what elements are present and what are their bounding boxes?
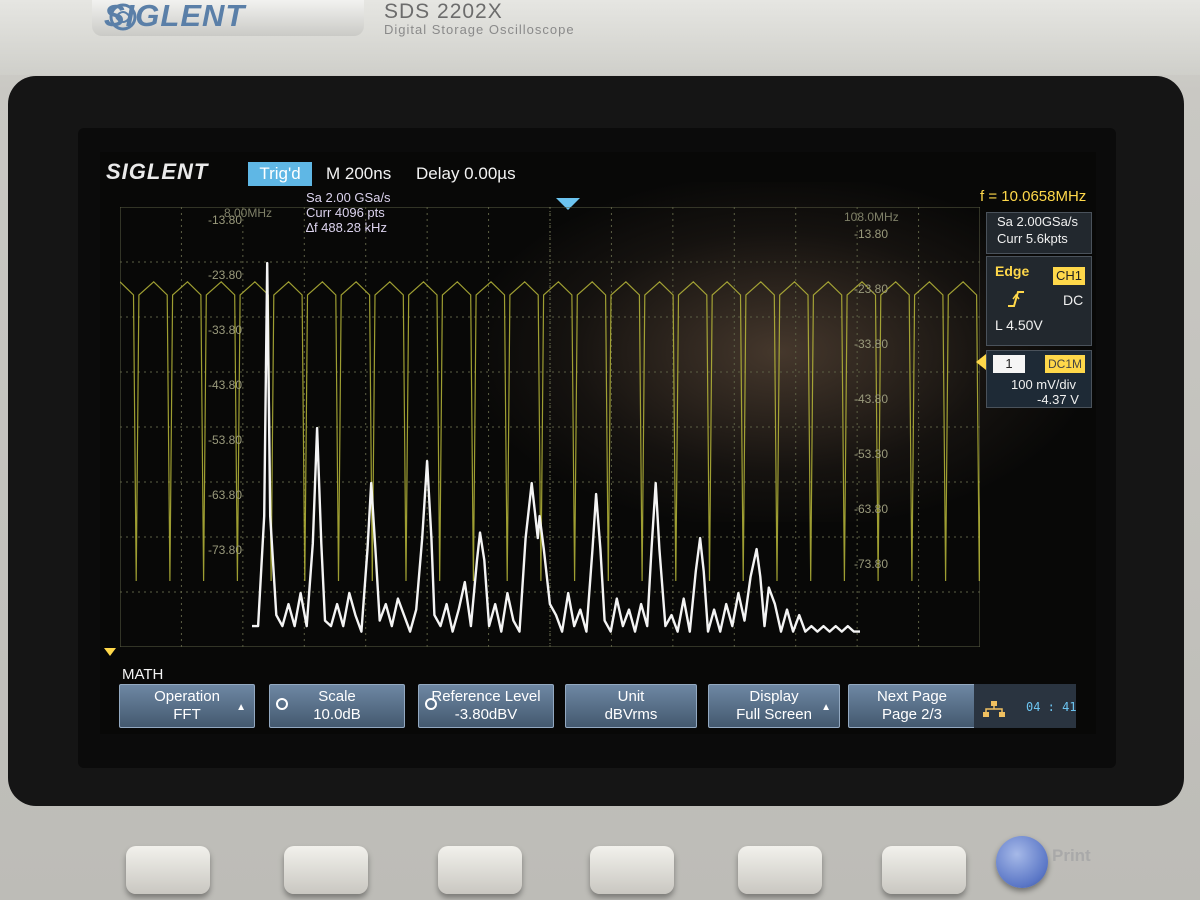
fft-trace	[252, 261, 860, 633]
softkey-button-6[interactable]	[882, 846, 966, 894]
axis-label-left: -63.80	[208, 488, 242, 502]
axis-label-right: -13.80	[854, 227, 888, 241]
softkey-display-value: Full Screen	[736, 706, 812, 723]
reference-level-marker	[104, 648, 116, 656]
oscilloscope-device: SIGLENT SDS 2202X Digital Storage Oscill…	[0, 0, 1200, 900]
ch1-offset-marker[interactable]	[976, 354, 986, 370]
softkey-unit-title: Unit	[617, 688, 645, 705]
brand-logo: SIGLENT	[104, 0, 246, 33]
axis-label-left: -23.80	[208, 268, 242, 282]
softkey-scale-value: 10.0dB	[313, 706, 361, 723]
softkey-next-page-title: Next Page	[876, 688, 948, 705]
axis-label-right: -43.80	[854, 392, 888, 406]
math-menu-label: MATH	[122, 666, 164, 683]
knob-icon	[276, 698, 288, 710]
trigger-type: Edge	[995, 263, 1030, 279]
softkey-next-page-value: Page 2/3	[881, 706, 943, 723]
trigger-source-badge: CH1	[1053, 267, 1085, 285]
softkey-button-1[interactable]	[126, 846, 210, 894]
softkey-operation-value: FFT	[173, 706, 201, 723]
channel-coupling: DC1M	[1045, 355, 1085, 373]
print-label: Print	[1052, 846, 1091, 865]
trigger-box[interactable]: Edge CH1 DC L 4.50V	[986, 256, 1092, 346]
softkey-scale-title: Scale	[318, 688, 356, 705]
axis-label-left: -33.80	[208, 323, 242, 337]
softkey-reference-level[interactable]: Reference Level -3.80dBV	[418, 684, 554, 728]
clock: 04 : 41	[1026, 700, 1077, 714]
acq-sample-rate: Sa 2.00GSa/s	[997, 214, 1078, 229]
model-name: SDS 2202X	[384, 0, 503, 23]
axis-label-left: -53.80	[208, 433, 242, 447]
delay-readout[interactable]: Delay 0.00µs	[416, 164, 516, 184]
softkey-bar: Operation FFT ▲ Scale 10.0dB Reference L…	[116, 684, 1082, 732]
softkey-button-5[interactable]	[738, 846, 822, 894]
channel1-box[interactable]: 1 DC1M 100 mV/div -4.37 V	[986, 350, 1092, 408]
print-button[interactable]	[996, 836, 1048, 888]
softkey-unit-value: dBVrms	[604, 706, 658, 723]
softkey-button-2[interactable]	[284, 846, 368, 894]
toggle-arrow-icon: ▲	[236, 702, 246, 713]
fft-sample-rate: Sa 2.00 GSa/s	[306, 190, 391, 205]
rising-edge-icon	[1008, 291, 1024, 307]
softkey-display[interactable]: Display Full Screen ▲	[708, 684, 840, 728]
softkey-operation[interactable]: Operation FFT ▲	[119, 684, 255, 728]
softkey-reference-title: Reference Level	[431, 688, 541, 705]
softkey-button-3[interactable]	[438, 846, 522, 894]
trigger-coupling: DC	[1063, 292, 1084, 308]
axis-label-left: -43.80	[208, 378, 242, 392]
toggle-arrow-icon: ▲	[821, 702, 831, 713]
axis-label-right: -53.30	[854, 447, 888, 461]
acq-memory: Curr 5.6kpts	[997, 231, 1068, 246]
display-screen: SIGLENT Trig'd M 200ns Delay 0.00µs Sa 2…	[100, 152, 1096, 734]
channel-scale: 100 mV/div	[1011, 377, 1077, 392]
x-end-label: 108.0MHz	[844, 210, 899, 224]
plot-area: -13.80-13.80-23.80-23.80-33.80-33.80-43.…	[120, 207, 980, 647]
frequency-counter: f = 10.0658MHz	[980, 188, 1087, 205]
plot-grid	[120, 207, 980, 647]
x-start-label: 8.00MHz	[224, 207, 272, 220]
softkey-operation-title: Operation	[154, 688, 220, 705]
axis-label-right: -73.80	[854, 557, 888, 571]
timebase-readout[interactable]: M 200ns	[326, 164, 391, 184]
side-panel: Sa 2.00GSa/s Curr 5.6kpts Edge CH1 DC L …	[986, 212, 1092, 642]
softkey-button-4[interactable]	[590, 846, 674, 894]
softkey-next-page[interactable]: Next Page Page 2/3	[848, 684, 976, 728]
softkey-reference-value: -3.80dBV	[454, 706, 518, 723]
axis-label-right: -33.80	[854, 337, 888, 351]
model-description: Digital Storage Oscilloscope	[384, 22, 575, 37]
axis-label-right: -63.80	[854, 502, 888, 516]
axis-label-left: -73.80	[208, 543, 242, 557]
screen-logo: SIGLENT	[106, 159, 209, 184]
axis-label-right: -23.80	[854, 282, 888, 296]
acquisition-box[interactable]: Sa 2.00GSa/s Curr 5.6kpts	[986, 212, 1092, 254]
softkey-display-title: Display	[749, 688, 799, 705]
knob-icon	[425, 698, 437, 710]
status-area: 04 : 41	[974, 684, 1077, 728]
softkey-scale[interactable]: Scale 10.0dB	[269, 684, 405, 728]
trigger-level: L 4.50V	[995, 317, 1043, 333]
channel-number: 1	[993, 355, 1025, 373]
trigger-status-badge[interactable]: Trig'd	[248, 162, 312, 186]
network-icon	[983, 701, 1005, 717]
softkey-unit[interactable]: Unit dBVrms	[565, 684, 697, 728]
channel-offset: -4.37 V	[1037, 392, 1079, 407]
